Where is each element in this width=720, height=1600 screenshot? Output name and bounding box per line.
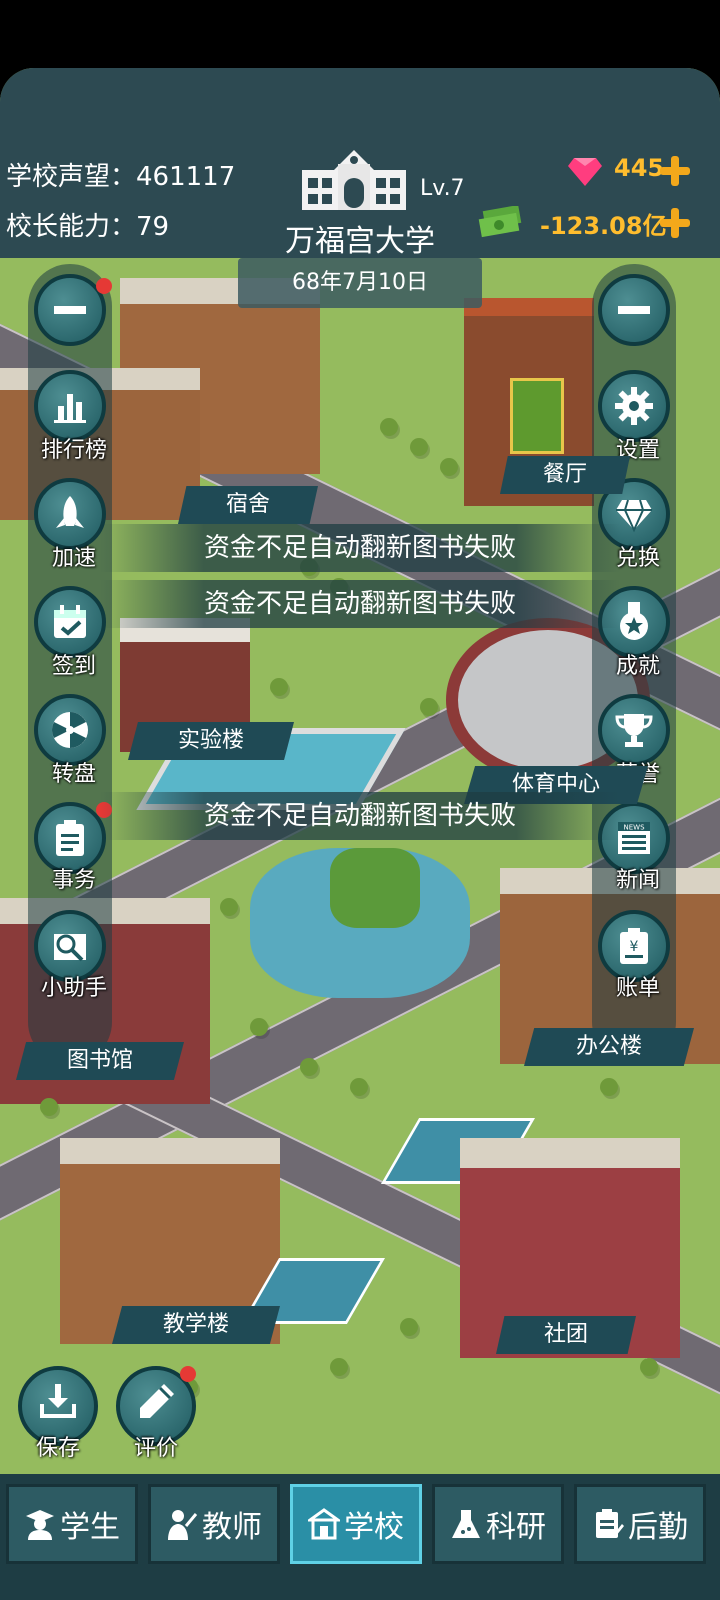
gem-count: 445 (614, 154, 665, 182)
tab-research-label: 科研 (486, 1510, 546, 1545)
notification-dot (180, 1366, 196, 1382)
bottom-nav: 学生 教师 学校 科研 后勤 (0, 1474, 720, 1600)
tree (350, 1078, 368, 1096)
gem-icon (568, 158, 602, 186)
lab-label[interactable]: 实验楼 (128, 722, 294, 760)
trophy-icon (615, 714, 653, 747)
money-icon (478, 206, 522, 238)
affairs-label: 事务 (51, 868, 96, 893)
tree (600, 1078, 618, 1096)
newspaper-icon: NEWS (618, 822, 650, 854)
assistant-label: 小助手 (40, 976, 107, 1001)
reputation-stat: 学校声望：461117 (6, 156, 235, 193)
top-header: 学校声望：461117 校长能力：79 Lv.7 万福宫大学 445 -123.… (0, 68, 720, 259)
achievement-label: 成就 (615, 654, 660, 679)
tree (330, 1358, 348, 1376)
tree (300, 1058, 318, 1076)
office-label[interactable]: 办公楼 (524, 1028, 694, 1066)
bill-label: 账单 (615, 976, 660, 1001)
toast-message: 资金不足自动翻新图书失败 (100, 792, 620, 840)
toast-message: 资金不足自动翻新图书失败 (100, 580, 620, 628)
club-label[interactable]: 社团 (496, 1316, 636, 1354)
dorm-label[interactable]: 宿舍 (178, 486, 318, 524)
calendar-icon (54, 605, 86, 638)
medal-icon (620, 602, 648, 640)
download-icon (40, 1384, 76, 1418)
yuan-symbol: ¥ (630, 939, 639, 955)
teacher-icon (168, 1510, 198, 1540)
tab-teachers-label: 教师 (202, 1510, 262, 1545)
tree (640, 1358, 658, 1376)
bill-icon: ¥ (620, 928, 648, 964)
wheel-icon (52, 712, 88, 748)
canteen-sign (510, 378, 564, 454)
magnifier-book-icon (54, 934, 86, 962)
wheel-label: 转盘 (51, 762, 96, 787)
rock-garden (330, 848, 420, 928)
news-label: 新闻 (615, 868, 660, 893)
tree (40, 1098, 58, 1116)
chart-icon (54, 394, 86, 423)
school-icon (308, 1508, 340, 1540)
tree (380, 418, 398, 436)
logistics-icon (596, 1509, 624, 1538)
game-date: 68年7月10日 (238, 258, 482, 308)
minus-icon (54, 306, 86, 314)
toast-message: 资金不足自动翻新图书失败 (100, 524, 620, 572)
tab-students[interactable]: 学生 (6, 1484, 138, 1564)
tab-logistics[interactable]: 后勤 (574, 1484, 706, 1564)
rate-label: 评价 (133, 1436, 178, 1461)
tree (420, 698, 438, 716)
student-icon (26, 1510, 54, 1540)
tree (400, 1318, 418, 1336)
tab-teachers[interactable]: 教师 (148, 1484, 280, 1564)
rocket-icon (56, 496, 84, 528)
tab-logistics-label: 后勤 (628, 1510, 688, 1545)
clipboard-icon (56, 820, 84, 856)
diamond-icon (616, 499, 652, 533)
teaching-label[interactable]: 教学楼 (112, 1306, 280, 1344)
tab-school[interactable]: 学校 (290, 1484, 422, 1564)
reputation-label: 学校声望： (6, 162, 137, 192)
tree (410, 438, 428, 456)
tree (270, 678, 288, 696)
checkin-label: 签到 (51, 654, 96, 679)
collapse-right-menu-button[interactable] (598, 274, 670, 346)
reputation-value: 461117 (136, 162, 236, 192)
game-screen: 学校声望：461117 校长能力：79 Lv.7 万福宫大学 445 -123.… (0, 68, 720, 1600)
canteen-label[interactable]: 餐厅 (500, 456, 630, 494)
add-gems-button[interactable] (660, 156, 690, 186)
notification-dot (96, 278, 112, 294)
tree (220, 898, 238, 916)
pencil-icon (140, 1384, 174, 1418)
ranking-label: 排行榜 (40, 438, 107, 463)
school-building-icon (302, 150, 406, 210)
news-text: NEWS (623, 824, 645, 832)
tree (440, 458, 458, 476)
save-label: 保存 (35, 1436, 80, 1461)
tab-students-label: 学生 (60, 1510, 120, 1545)
gear-icon (615, 387, 653, 425)
tab-school-label: 学校 (344, 1510, 404, 1545)
tree (250, 1018, 268, 1036)
library-label[interactable]: 图书馆 (16, 1042, 184, 1080)
minus-icon (618, 306, 650, 314)
tab-research[interactable]: 科研 (432, 1484, 564, 1564)
add-money-button[interactable] (660, 208, 690, 238)
money-amount: -123.08亿 (540, 212, 667, 240)
flask-icon (452, 1510, 480, 1538)
school-level: Lv.7 (420, 176, 465, 201)
